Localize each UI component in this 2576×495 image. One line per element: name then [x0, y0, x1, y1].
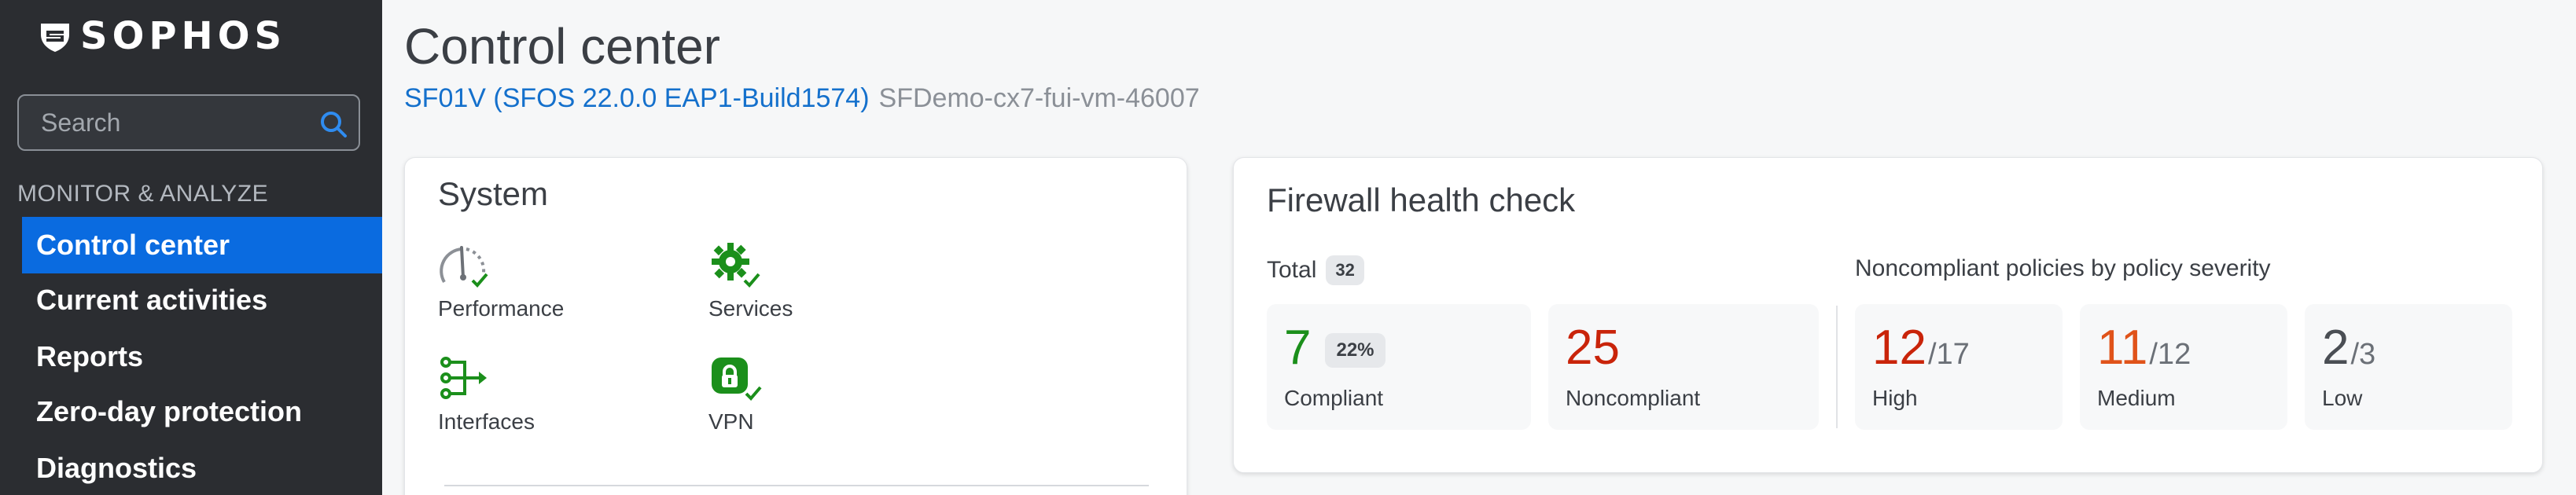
search-box[interactable] [17, 94, 360, 151]
sidebar-item-zero-day-protection[interactable]: Zero-day protection [22, 383, 382, 440]
severity-high-tile[interactable]: 12/17 High [1855, 304, 2063, 430]
medium-value-row: 11/12 [2097, 320, 2191, 376]
sidebar: SOPHOS MONITOR & ANALYZE Control center … [0, 0, 382, 495]
medium-label: Medium [2097, 386, 2176, 410]
system-item-services[interactable]: Services [708, 241, 793, 321]
medium-total: /12 [2149, 338, 2191, 371]
section-label-monitor-analyze: MONITOR & ANALYZE [17, 181, 269, 207]
high-total: /17 [1927, 338, 1970, 371]
system-card-title: System [438, 175, 549, 212]
high-value-row: 12/17 [1872, 320, 1970, 376]
hostname: SFDemo-cx7-fui-vm-46007 [878, 83, 1200, 113]
compliant-value: 7 [1284, 321, 1312, 375]
system-item-label: VPN [708, 409, 754, 434]
device-info: SF01V (SFOS 22.0.0 EAP1-Build1574) SFDem… [404, 83, 1200, 114]
sidebar-item-label: Diagnostics [36, 452, 197, 484]
shield-icon [41, 24, 69, 52]
compliant-tile[interactable]: 7 22% Compliant [1267, 304, 1531, 430]
search-icon[interactable] [318, 108, 349, 140]
interfaces-icon [440, 357, 487, 399]
health-card-title: Firewall health check [1267, 182, 1576, 218]
low-value: 2 [2322, 321, 2350, 375]
low-total: /3 [2350, 338, 2376, 371]
total-label: Total [1267, 257, 1317, 283]
device-link[interactable]: SF01V (SFOS 22.0.0 EAP1-Build1574) [404, 83, 870, 114]
page-title: Control center [404, 18, 720, 75]
low-label: Low [2322, 386, 2363, 410]
compliant-percent-badge: 22% [1325, 333, 1386, 368]
total-count-badge: 32 [1326, 255, 1364, 285]
system-item-interfaces[interactable]: Interfaces [438, 354, 535, 434]
severity-low-tile[interactable]: 2/3 Low [2305, 304, 2512, 430]
sidebar-item-control-center[interactable]: Control center [22, 217, 382, 273]
sidebar-item-label: Current activities [36, 284, 268, 316]
section-divider [444, 485, 1149, 486]
severity-title: Noncompliant policies by policy severity [1855, 255, 2271, 282]
severity-title-text: Noncompliant policies by policy severity [1855, 255, 2271, 281]
system-item-label: Services [708, 296, 793, 321]
firewall-health-check-card: Firewall health check Total 32 Noncompli… [1233, 157, 2543, 473]
total-row: Total 32 [1267, 255, 1364, 285]
compliant-value-row: 7 22% [1284, 320, 1386, 376]
noncompliant-tile[interactable]: 25 Noncompliant [1548, 304, 1819, 430]
system-card: System Performance Services Interfaces V… [404, 157, 1187, 495]
noncompliant-value-row: 25 [1566, 320, 1620, 376]
sidebar-item-diagnostics[interactable]: Diagnostics [22, 440, 382, 495]
low-value-row: 2/3 [2322, 320, 2375, 376]
system-item-performance[interactable]: Performance [438, 241, 564, 321]
compliant-label: Compliant [1284, 386, 1384, 410]
noncompliant-label: Noncompliant [1566, 386, 1701, 410]
sidebar-item-current-activities[interactable]: Current activities [22, 272, 382, 328]
medium-value: 11 [2097, 321, 2148, 375]
sidebar-item-label: Control center [36, 229, 230, 261]
logo-text: SOPHOS [80, 14, 287, 58]
high-label: High [1872, 386, 1918, 410]
services-gear-check-icon [712, 243, 760, 288]
sidebar-item-label: Zero-day protection [36, 395, 303, 427]
sidebar-item-label: Reports [36, 340, 144, 372]
system-item-label: Performance [438, 296, 565, 321]
system-item-label: Interfaces [438, 409, 535, 434]
severity-medium-tile[interactable]: 11/12 Medium [2080, 304, 2287, 430]
high-value: 12 [1872, 321, 1926, 375]
performance-gauge-icon [440, 246, 488, 288]
system-item-vpn[interactable]: VPN [708, 354, 764, 434]
sophos-logo[interactable]: SOPHOS [38, 14, 286, 58]
vpn-lock-check-icon [712, 358, 762, 401]
search-input[interactable] [41, 96, 308, 149]
noncompliant-value: 25 [1566, 321, 1620, 375]
vertical-divider [1836, 306, 1838, 428]
sidebar-item-reports[interactable]: Reports [22, 328, 382, 385]
